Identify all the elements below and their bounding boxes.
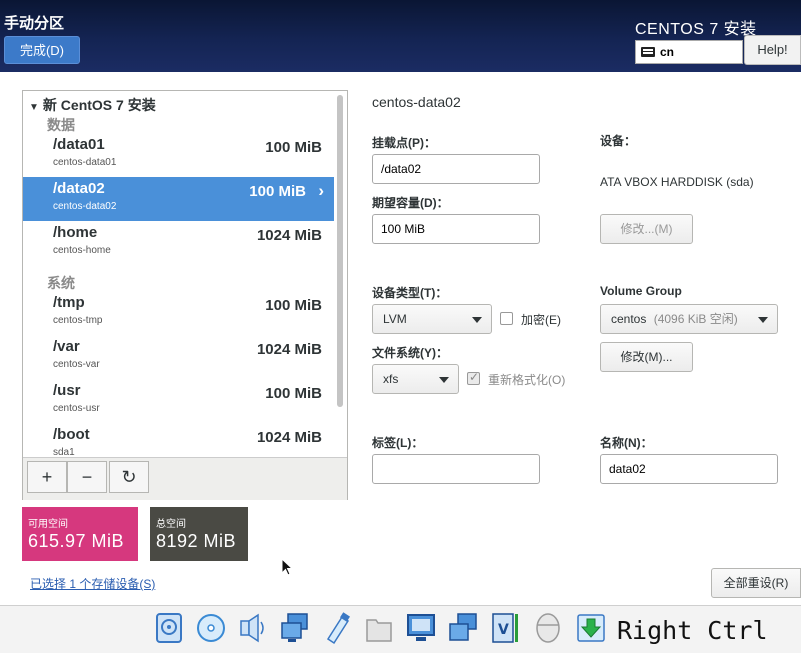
host-key-label: Right Ctrl — [617, 616, 768, 645]
available-space-value: 615.97 MiB — [28, 531, 125, 551]
mount-point: /data02 — [53, 180, 105, 197]
total-space-box: 总空间 8192 MiB — [150, 507, 248, 561]
chevron-right-icon: › — [318, 181, 324, 200]
tree-root[interactable]: ▼ 新 CentOS 7 安装 — [29, 95, 156, 115]
network-icon[interactable] — [280, 611, 310, 645]
product-title: CENTOS 7 安装 — [635, 21, 757, 38]
partition-size: 1024 MiB — [256, 341, 322, 358]
download-arrow-icon[interactable] — [576, 611, 606, 645]
partition-row[interactable]: /usr centos-usr 100 MiB — [23, 379, 334, 423]
list-scrollbar[interactable] — [337, 95, 343, 407]
partition-row[interactable]: /var centos-var 1024 MiB — [23, 335, 334, 379]
storage-devices-link[interactable]: 已选择 1 个存储设备(S) — [30, 575, 155, 592]
video-capture-icon[interactable] — [448, 611, 478, 645]
device-type-label: 设备类型(T)： — [372, 286, 448, 300]
device-type-value: LVM — [383, 312, 407, 326]
virtualization-icon[interactable]: V — [490, 611, 520, 645]
available-space-label: 可用空间 — [28, 519, 68, 530]
partition-row[interactable]: /tmp centos-tmp 100 MiB — [23, 291, 334, 335]
encrypt-label: 加密(E) — [521, 313, 561, 327]
remove-partition-button[interactable]: − — [67, 461, 107, 493]
available-space-box: 可用空间 615.97 MiB — [22, 507, 138, 561]
volume-group-dropdown[interactable]: centos (4096 KiB 空闲) — [600, 304, 778, 334]
partition-row[interactable]: /home centos-home 1024 MiB — [23, 221, 334, 265]
add-partition-button[interactable]: + — [27, 461, 67, 493]
keyboard-layout-indicator[interactable]: cn — [635, 40, 743, 64]
dropdown-arrow-icon — [439, 377, 449, 383]
header-bar: 手动分区 完成(D) CENTOS 7 安装 cn Help! — [0, 0, 801, 72]
capacity-label: 期望容量(D)： — [372, 196, 449, 210]
partition-size: 100 MiB — [265, 139, 322, 156]
done-button[interactable]: 完成(D) — [4, 36, 80, 64]
partition-size: 1024 MiB — [256, 429, 322, 446]
reformat-checkbox[interactable] — [467, 370, 480, 385]
partition-row[interactable]: /data01 centos-data01 100 MiB — [23, 133, 334, 177]
vbox-status-bar: V Right Ctrl — [0, 605, 801, 653]
mount-point: /var — [53, 338, 80, 355]
mount-point: /boot — [53, 426, 90, 443]
name-label: 名称(N)： — [600, 436, 653, 450]
partition-row-selected[interactable]: /data02 centos-data02 100 MiB › — [23, 177, 334, 221]
device-name: centos-tmp — [53, 315, 103, 326]
device-name: centos-data01 — [53, 157, 117, 168]
filesystem-dropdown[interactable]: xfs — [372, 364, 459, 394]
keyboard-layout-label: cn — [660, 45, 675, 59]
modify-volume-group-button[interactable]: 修改(M)... — [600, 342, 693, 372]
mount-point: /data01 — [53, 136, 105, 153]
mouse-cursor-icon — [281, 558, 293, 576]
tag-label: 标签(L)： — [372, 436, 424, 450]
mount-point: /usr — [53, 382, 81, 399]
tree-root-label: 新 CentOS 7 安装 — [42, 97, 156, 113]
device-value: ATA VBOX HARDDISK (sda) — [600, 175, 754, 189]
volume-group-value: centos — [611, 312, 647, 326]
group-label-data: 数据 — [47, 117, 75, 133]
partition-size: 1024 MiB — [256, 227, 322, 244]
display-icon[interactable] — [406, 611, 436, 645]
dropdown-arrow-icon — [758, 317, 768, 323]
device-name: centos-home — [53, 245, 111, 256]
volume-group-label: Volume Group — [600, 284, 682, 298]
filesystem-value: xfs — [383, 372, 399, 386]
reformat-label: 重新格式化(O) — [488, 373, 566, 387]
mount-point-label: 挂载点(P)： — [372, 136, 436, 150]
partition-size: 100 MiB — [249, 183, 306, 200]
svg-text:V: V — [498, 622, 509, 638]
optical-disk-icon[interactable] — [196, 611, 226, 645]
tag-field[interactable] — [372, 454, 540, 484]
help-button[interactable]: Help! — [744, 35, 801, 65]
name-field[interactable]: data02 — [600, 454, 778, 484]
hard-disk-icon[interactable] — [154, 611, 184, 645]
mount-point-field[interactable]: /data02 — [372, 154, 540, 184]
total-space-label: 总空间 — [156, 519, 186, 530]
volume-group-free: (4096 KiB 空闲) — [653, 312, 738, 326]
selected-device-title: centos-data02 — [372, 94, 461, 110]
usb-icon[interactable] — [322, 611, 352, 645]
page-title: 手动分区 — [4, 15, 65, 32]
device-label: 设备： — [600, 134, 637, 148]
device-name: centos-data02 — [53, 201, 117, 212]
dropdown-arrow-icon — [472, 317, 482, 323]
device-name: centos-usr — [53, 403, 100, 414]
shared-folder-icon[interactable] — [364, 611, 394, 645]
reset-all-button[interactable]: 全部重设(R) — [711, 568, 801, 598]
partition-size: 100 MiB — [265, 385, 322, 402]
modify-device-button[interactable]: 修改...(M) — [600, 214, 693, 244]
encrypt-checkbox[interactable] — [500, 312, 513, 325]
partition-toolbar: + − ↻ — [23, 457, 347, 500]
mouse-integration-icon[interactable] — [532, 611, 562, 645]
group-label-system: 系统 — [47, 275, 75, 291]
filesystem-label: 文件系统(Y)： — [372, 346, 448, 360]
keyboard-icon — [641, 47, 655, 57]
expand-triangle-icon[interactable]: ▼ — [29, 102, 39, 113]
partition-size: 100 MiB — [265, 297, 322, 314]
capacity-field[interactable]: 100 MiB — [372, 214, 540, 244]
mount-point: /tmp — [53, 294, 85, 311]
mount-point: /home — [53, 224, 98, 241]
device-name: centos-var — [53, 359, 100, 370]
partition-list-panel: ▼ 新 CentOS 7 安装 数据 /data01 centos-data01 … — [22, 90, 348, 500]
audio-icon[interactable] — [238, 611, 268, 645]
device-type-dropdown[interactable]: LVM — [372, 304, 492, 334]
total-space-value: 8192 MiB — [156, 531, 237, 551]
refresh-button[interactable]: ↻ — [109, 461, 149, 493]
